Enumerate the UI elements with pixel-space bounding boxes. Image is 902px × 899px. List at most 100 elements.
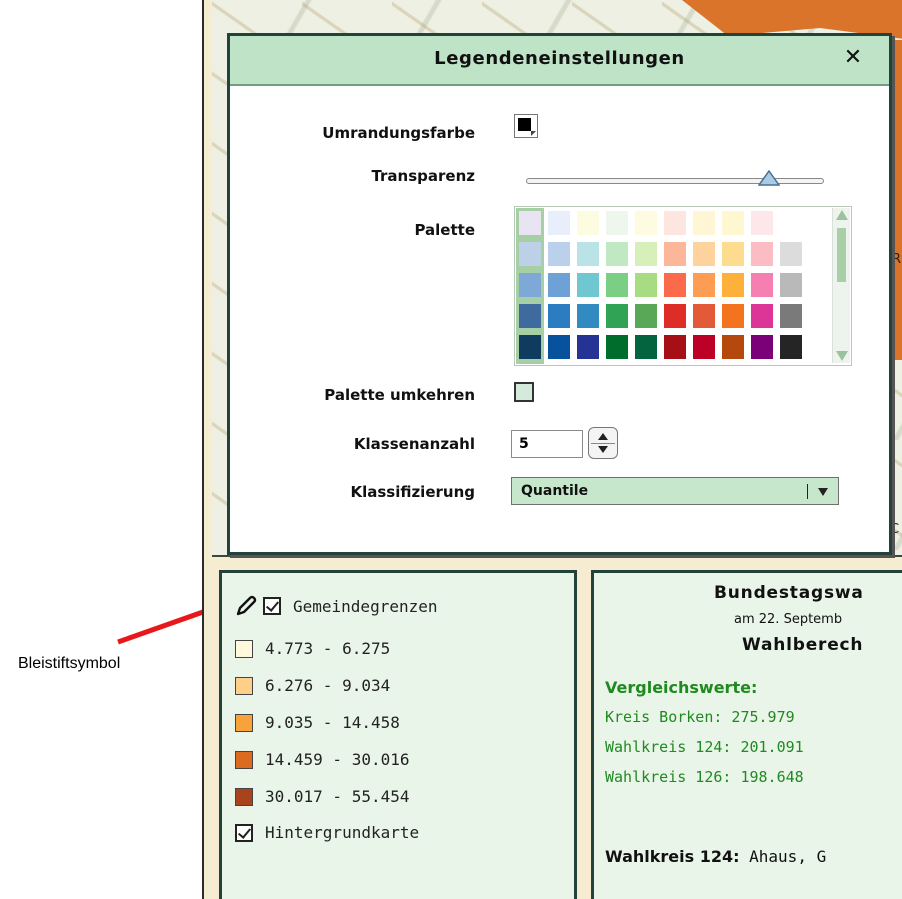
palette-swatch[interactable] — [519, 242, 541, 266]
slider-thumb[interactable] — [757, 170, 780, 188]
palette-swatch[interactable] — [635, 304, 657, 328]
palette-swatch[interactable] — [722, 211, 744, 235]
compare-line: Wahlkreis 126: 198.648 — [605, 768, 804, 786]
background-map-row: Hintergrundkarte — [235, 823, 419, 842]
legend-class-row: 6.276 - 9.034 — [235, 676, 390, 695]
palette-swatch[interactable] — [519, 304, 541, 328]
palette-swatch[interactable] — [635, 273, 657, 297]
palette-swatch[interactable] — [722, 242, 744, 266]
pencil-icon[interactable] — [235, 595, 257, 617]
background-map-checkbox[interactable] — [235, 823, 253, 842]
palette-swatch[interactable] — [664, 273, 686, 297]
info-subtitle-2: Wahlberech — [742, 635, 864, 655]
palette-swatch[interactable] — [519, 211, 541, 235]
palette-swatch[interactable] — [606, 273, 628, 297]
palette-swatch[interactable] — [606, 304, 628, 328]
layer-visibility-checkbox[interactable] — [263, 597, 281, 615]
palette-swatch[interactable] — [548, 211, 570, 235]
palette-swatch[interactable] — [780, 211, 802, 235]
palette-swatch[interactable] — [577, 242, 599, 266]
reverse-palette-label: Palette umkehren — [324, 386, 475, 404]
palette-swatch[interactable] — [606, 242, 628, 266]
palette-swatch[interactable] — [751, 304, 773, 328]
palette-swatch[interactable] — [693, 335, 715, 359]
palette-swatch[interactable] — [751, 211, 773, 235]
palette-scrollbar[interactable] — [832, 208, 850, 363]
palette-swatch[interactable] — [751, 242, 773, 266]
legend-settings-dialog: Legendeneinstellungen ✕ Umrandungsfarbe … — [227, 33, 892, 555]
legend-class-row: 30.017 - 55.454 — [235, 787, 410, 806]
class-count-stepper[interactable] — [588, 427, 618, 459]
palette-swatch[interactable] — [780, 335, 802, 359]
transparency-label: Transparenz — [371, 167, 475, 185]
reverse-palette-checkbox[interactable] — [514, 382, 534, 402]
info-title: Bundestagswa — [714, 583, 864, 603]
compare-heading: Vergleichswerte: — [605, 678, 758, 697]
palette-swatch[interactable] — [722, 304, 744, 328]
palette-swatch[interactable] — [519, 273, 541, 297]
scroll-thumb[interactable] — [837, 228, 846, 282]
class-count-label: Klassenanzahl — [353, 435, 475, 453]
close-button[interactable]: ✕ — [841, 44, 865, 72]
palette-swatch[interactable] — [577, 273, 599, 297]
palette-swatch[interactable] — [693, 273, 715, 297]
palette-swatch[interactable] — [693, 242, 715, 266]
stepper-divider — [591, 443, 615, 444]
classification-value: Quantile — [521, 483, 589, 499]
dialog-header: Legendeneinstellungen ✕ — [230, 36, 889, 86]
annotation-label: Bleistiftsymbol — [18, 655, 121, 672]
legend-class-label: 14.459 - 30.016 — [265, 750, 410, 769]
palette-swatch[interactable] — [780, 273, 802, 297]
palette-swatch[interactable] — [693, 304, 715, 328]
palette-swatch[interactable] — [751, 273, 773, 297]
palette-swatch[interactable] — [664, 242, 686, 266]
map-label: R — [892, 252, 902, 267]
legend-layer-row: Gemeindegrenzen — [235, 595, 438, 617]
palette-swatch[interactable] — [577, 335, 599, 359]
palette-swatch[interactable] — [577, 211, 599, 235]
legend-swatch — [235, 750, 253, 769]
legend-class-row: 14.459 - 30.016 — [235, 750, 410, 769]
palette-swatch[interactable] — [548, 242, 570, 266]
select-separator — [807, 484, 808, 499]
chevron-down-icon[interactable] — [818, 488, 828, 496]
legend-class-label: 9.035 - 14.458 — [265, 713, 400, 732]
layer-label: Gemeindegrenzen — [293, 596, 438, 616]
info-bottom-text: Ahaus, G — [739, 847, 827, 866]
palette-swatch[interactable] — [635, 242, 657, 266]
palette-swatch[interactable] — [780, 242, 802, 266]
palette-swatch[interactable] — [722, 273, 744, 297]
palette-grid[interactable] — [517, 209, 805, 362]
stepper-up-icon[interactable] — [598, 433, 608, 440]
palette-label: Palette — [414, 221, 475, 239]
classification-select[interactable]: Quantile — [511, 477, 839, 505]
dropdown-corner-icon — [531, 131, 536, 136]
stepper-down-icon[interactable] — [598, 446, 608, 453]
palette-swatch[interactable] — [635, 211, 657, 235]
palette-swatch[interactable] — [606, 335, 628, 359]
palette-swatch[interactable] — [751, 335, 773, 359]
palette-swatch[interactable] — [664, 211, 686, 235]
compare-line: Kreis Borken: 275.979 — [605, 708, 795, 726]
legend-swatch — [235, 787, 253, 806]
palette-swatch[interactable] — [635, 335, 657, 359]
palette-swatch[interactable] — [722, 335, 744, 359]
palette-swatch[interactable] — [577, 304, 599, 328]
legend-swatch — [235, 713, 253, 732]
palette-swatch[interactable] — [664, 335, 686, 359]
palette-swatch[interactable] — [548, 335, 570, 359]
palette-swatch[interactable] — [606, 211, 628, 235]
border-color-picker[interactable] — [514, 114, 538, 138]
palette-swatch[interactable] — [693, 211, 715, 235]
palette-swatch[interactable] — [519, 335, 541, 359]
info-panel: Bundestagswa am 22. Septemb Wahlberech V… — [591, 570, 902, 899]
scroll-up-icon[interactable] — [836, 210, 848, 220]
palette-picker[interactable] — [514, 206, 852, 366]
palette-swatch[interactable] — [548, 304, 570, 328]
palette-swatch[interactable] — [780, 304, 802, 328]
class-count-input[interactable]: 5 — [511, 430, 583, 458]
palette-swatch[interactable] — [548, 273, 570, 297]
scroll-down-icon[interactable] — [836, 351, 848, 361]
palette-swatch[interactable] — [664, 304, 686, 328]
border-color-label: Umrandungsfarbe — [322, 124, 475, 142]
